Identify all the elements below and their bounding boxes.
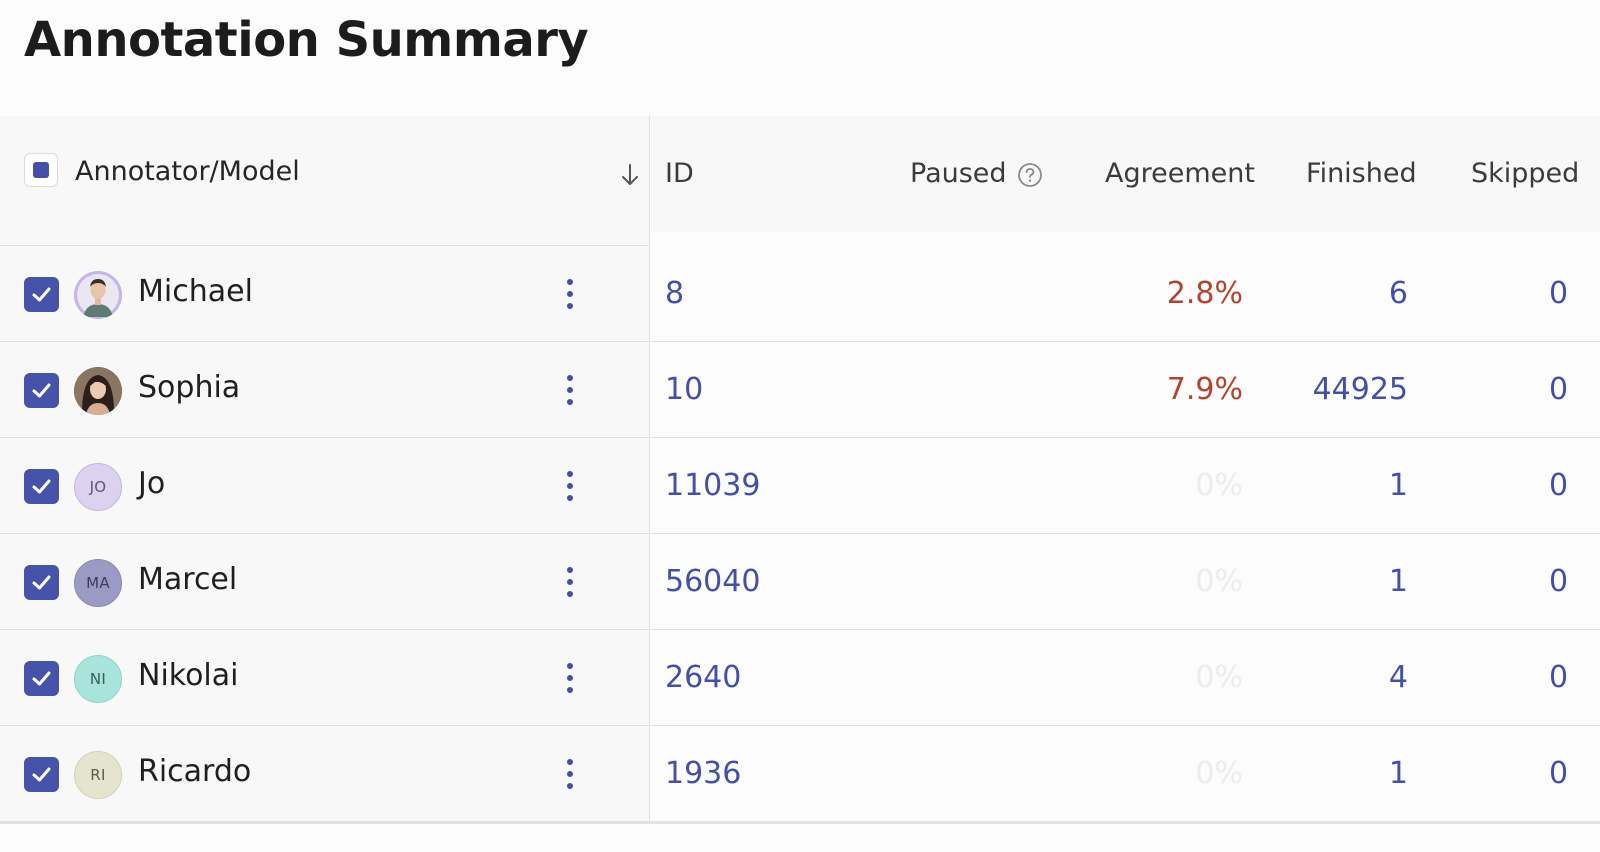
table-row-annotator: Michael — [0, 246, 650, 342]
avatar: NI — [74, 655, 122, 703]
row-checkbox[interactable] — [24, 469, 59, 504]
id-column-header[interactable]: ID — [665, 158, 694, 189]
finished-column-header[interactable]: Finished — [1306, 158, 1417, 189]
stats-scroll-area[interactable]: ID Paused Agreement Finished Skipped 8 2… — [651, 116, 1600, 824]
table-bottom-border — [0, 822, 1600, 824]
annotator-name: Ricardo — [138, 754, 252, 789]
select-all-checkbox[interactable] — [24, 153, 58, 187]
id-cell[interactable]: 11039 — [665, 468, 760, 503]
kebab-menu-icon[interactable] — [559, 276, 581, 312]
annotator-column-label: Annotator/Model — [75, 156, 300, 187]
annotator-column-header: Annotator/Model — [0, 116, 650, 246]
skipped-cell[interactable]: 0 — [1549, 564, 1568, 599]
skipped-cell[interactable]: 0 — [1549, 660, 1568, 695]
skipped-cell[interactable]: 0 — [1549, 756, 1568, 791]
table-row-stats: 1936 0% 1 0 — [651, 726, 1600, 822]
stats-header: ID Paused Agreement Finished Skipped — [651, 116, 1600, 232]
id-cell[interactable]: 10 — [665, 372, 703, 407]
kebab-menu-icon[interactable] — [559, 372, 581, 408]
table-row-stats: 11039 0% 1 0 — [651, 438, 1600, 534]
id-cell[interactable]: 8 — [665, 276, 684, 311]
table-row-stats: 8 2.8% 6 0 — [651, 246, 1600, 342]
check-icon — [32, 671, 51, 686]
table-row-stats: 56040 0% 1 0 — [651, 534, 1600, 630]
avatar — [74, 271, 122, 319]
avatar: JO — [74, 463, 122, 511]
page-title: Annotation Summary — [24, 12, 589, 68]
table-row-stats: 10 7.9% 44925 0 — [651, 342, 1600, 438]
paused-column-header[interactable]: Paused — [910, 158, 1007, 189]
annotator-name: Michael — [138, 274, 253, 309]
row-checkbox[interactable] — [24, 565, 59, 600]
id-cell[interactable]: 1936 — [665, 756, 741, 791]
annotator-name: Marcel — [138, 562, 238, 597]
annotator-name: Nikolai — [138, 658, 239, 693]
table-row-annotator: JO Jo — [0, 438, 650, 534]
finished-cell[interactable]: 1 — [1389, 756, 1408, 791]
table-row-annotator: RI Ricardo — [0, 726, 650, 822]
finished-cell[interactable]: 6 — [1389, 276, 1408, 311]
id-cell[interactable]: 2640 — [665, 660, 741, 695]
table-row-stats: 2640 0% 4 0 — [651, 630, 1600, 726]
avatar: MA — [74, 559, 122, 607]
agreement-cell: 0% — [1195, 660, 1243, 695]
skipped-cell[interactable]: 0 — [1549, 372, 1568, 407]
table-row-annotator: MA Marcel — [0, 534, 650, 630]
id-cell[interactable]: 56040 — [665, 564, 760, 599]
finished-cell[interactable]: 1 — [1389, 468, 1408, 503]
finished-cell[interactable]: 44925 — [1313, 372, 1408, 407]
agreement-column-header[interactable]: Agreement — [1105, 158, 1255, 189]
kebab-menu-icon[interactable] — [559, 468, 581, 504]
finished-cell[interactable]: 4 — [1389, 660, 1408, 695]
arrow-down-icon[interactable] — [618, 160, 642, 190]
agreement-cell: 0% — [1195, 468, 1243, 503]
annotator-column: Annotator/Model Michael Sophia JO Jo MA … — [0, 116, 650, 824]
table-row-annotator: Sophia — [0, 342, 650, 438]
agreement-cell: 2.8% — [1166, 276, 1243, 311]
row-checkbox[interactable] — [24, 277, 59, 312]
avatar: RI — [74, 751, 122, 799]
kebab-menu-icon[interactable] — [559, 756, 581, 792]
agreement-cell: 0% — [1195, 564, 1243, 599]
row-checkbox[interactable] — [24, 757, 59, 792]
skipped-cell[interactable]: 0 — [1549, 276, 1568, 311]
check-icon — [32, 575, 51, 590]
row-checkbox[interactable] — [24, 661, 59, 696]
check-icon — [32, 767, 51, 782]
skipped-cell[interactable]: 0 — [1549, 468, 1568, 503]
indeterminate-checkbox-icon — [33, 162, 49, 178]
question-circle-icon[interactable] — [1017, 162, 1043, 188]
check-icon — [32, 479, 51, 494]
annotator-name: Jo — [138, 466, 166, 501]
annotator-name: Sophia — [138, 370, 241, 405]
table-row-annotator: NI Nikolai — [0, 630, 650, 726]
check-icon — [32, 383, 51, 398]
check-icon — [32, 287, 51, 302]
skipped-column-header[interactable]: Skipped — [1471, 158, 1579, 189]
agreement-cell: 7.9% — [1166, 372, 1243, 407]
finished-cell[interactable]: 1 — [1389, 564, 1408, 599]
agreement-cell: 0% — [1195, 756, 1243, 791]
avatar — [74, 367, 122, 415]
kebab-menu-icon[interactable] — [559, 660, 581, 696]
row-checkbox[interactable] — [24, 373, 59, 408]
kebab-menu-icon[interactable] — [559, 564, 581, 600]
